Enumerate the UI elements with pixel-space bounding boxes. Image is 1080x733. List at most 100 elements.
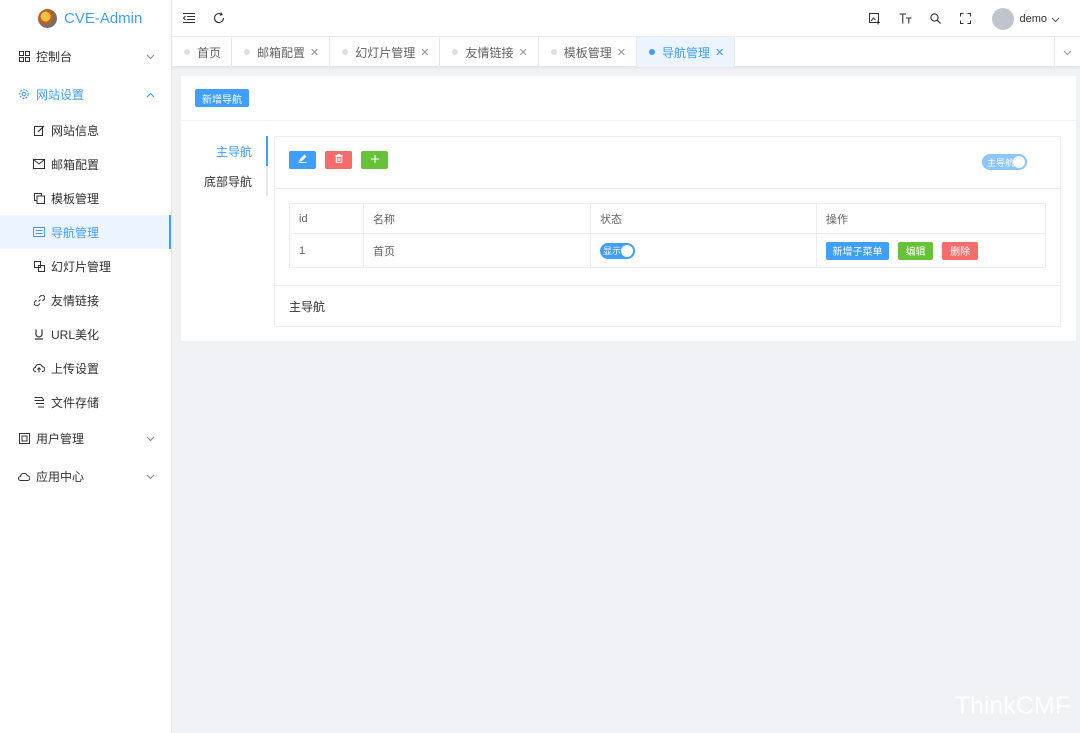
- column-header-actions: 操作: [816, 203, 1046, 234]
- sidebar-item-label: 控制台: [36, 49, 73, 64]
- sidebar-item-dashboard[interactable]: 控制台: [0, 37, 171, 75]
- tab-dot-icon: [452, 49, 459, 55]
- switch-label: 主导航: [987, 157, 1015, 168]
- sidebar-item-url-rewrite[interactable]: URL美化: [0, 317, 171, 351]
- gear-icon: [18, 88, 30, 100]
- column-header-name: 名称: [363, 203, 591, 234]
- top-header: demo: [172, 0, 1080, 37]
- close-icon[interactable]: ✕: [715, 46, 724, 59]
- tab-slides[interactable]: 幻灯片管理 ✕: [330, 37, 441, 67]
- tab-label: 邮箱配置: [257, 45, 306, 60]
- tab-main-nav[interactable]: 主导航: [181, 136, 268, 166]
- edit-button[interactable]: 编辑: [898, 241, 934, 260]
- image-search-icon[interactable]: [860, 4, 890, 34]
- sidebar-item-label: URL美化: [51, 327, 100, 342]
- table-header-row: id 名称 状态 操作: [289, 203, 1046, 234]
- sidebar-item-label: 网站信息: [51, 123, 100, 138]
- sidebar-item-label: 模板管理: [51, 191, 100, 206]
- sidebar-item-template[interactable]: 模板管理: [0, 181, 171, 215]
- font-size-icon[interactable]: [890, 4, 920, 34]
- edit-icon: [298, 154, 307, 166]
- search-icon[interactable]: [920, 4, 950, 34]
- add-nav-item-button[interactable]: [361, 151, 388, 169]
- delete-button[interactable]: 删除: [942, 241, 979, 260]
- cell-name: 首页: [363, 233, 591, 268]
- logo[interactable]: CVE-Admin: [0, 0, 171, 37]
- close-icon[interactable]: ✕: [310, 46, 319, 59]
- logo-icon: [38, 9, 57, 28]
- sidebar-item-upload[interactable]: 上传设置: [0, 351, 171, 385]
- nav-panel: 主导航 id 名称 状态 操作 1 首页 显示 新增子菜单 编辑 删除 主导航: [274, 136, 1061, 327]
- user-menu[interactable]: demo: [992, 7, 1060, 30]
- sidebar-item-links[interactable]: 友情链接: [0, 283, 171, 317]
- tab-label: 友情链接: [465, 45, 514, 60]
- user-box-icon: [18, 432, 30, 444]
- close-icon[interactable]: ✕: [420, 46, 429, 59]
- sidebar-item-slides[interactable]: 幻灯片管理: [0, 249, 171, 283]
- delete-nav-button[interactable]: [325, 151, 352, 169]
- tab-dot-icon: [550, 49, 557, 55]
- tab-template[interactable]: 模板管理 ✕: [539, 37, 637, 67]
- sidebar-item-label: 幻灯片管理: [51, 259, 112, 274]
- tab-navigation[interactable]: 导航管理 ✕: [636, 37, 736, 67]
- nav-icon: [33, 226, 45, 238]
- sidebar-item-navigation[interactable]: 导航管理: [0, 215, 171, 249]
- sidebar-item-label: 应用中心: [36, 469, 85, 484]
- nav-panel-toolbar: 主导航: [275, 137, 1060, 189]
- mail-icon: [33, 158, 45, 170]
- switch-label: 显示: [603, 246, 622, 256]
- sidebar-item-label: 用户管理: [36, 431, 85, 446]
- fullscreen-icon[interactable]: [950, 4, 980, 34]
- link-icon: [33, 294, 45, 306]
- sidebar-item-storage[interactable]: 文件存储: [0, 385, 171, 419]
- tab-dot-icon: [184, 49, 190, 55]
- tab-mail-config[interactable]: 邮箱配置 ✕: [232, 37, 331, 67]
- tab-home[interactable]: 首页: [172, 37, 233, 67]
- switch-knob: [621, 244, 633, 257]
- chevron-down-icon: [146, 431, 155, 445]
- sidebar-item-site-info[interactable]: 网站信息: [0, 113, 171, 147]
- tab-links[interactable]: 友情链接 ✕: [440, 37, 539, 67]
- upload-icon: [33, 362, 45, 374]
- sidebar-item-app-center[interactable]: 应用中心: [0, 457, 171, 495]
- switch-knob: [1013, 156, 1025, 168]
- sidebar-item-label: 友情链接: [51, 293, 100, 308]
- main-nav-switch[interactable]: 主导航: [982, 154, 1027, 170]
- storage-icon: [33, 396, 45, 408]
- trash-icon: [335, 154, 343, 166]
- edit-nav-button[interactable]: [289, 151, 316, 169]
- avatar: [992, 7, 1015, 30]
- sidebar-item-mail-config[interactable]: 邮箱配置: [0, 147, 171, 181]
- app-title: CVE-Admin: [64, 10, 143, 27]
- tab-dot-icon: [648, 49, 655, 55]
- tabs-more-button[interactable]: [1054, 37, 1080, 67]
- close-icon[interactable]: ✕: [617, 46, 626, 59]
- tab-footer-nav[interactable]: 底部导航: [181, 166, 268, 196]
- tab-label: 幻灯片管理: [355, 45, 416, 60]
- panel-footer-label: 主导航: [275, 285, 1060, 327]
- watermark: ThinkCMF: [954, 692, 1070, 720]
- column-header-id: id: [289, 203, 364, 234]
- refresh-button[interactable]: [204, 3, 234, 33]
- plus-icon: [370, 154, 379, 166]
- add-navigation-button[interactable]: 新增导航: [195, 89, 249, 107]
- edit-icon: [33, 124, 45, 136]
- nav-type-tabs: 主导航 底部导航: [181, 136, 268, 196]
- sidebar-item-label: 邮箱配置: [51, 157, 100, 172]
- chevron-up-icon: [146, 87, 155, 101]
- tab-label: 首页: [197, 45, 222, 60]
- grid-icon: [18, 50, 30, 62]
- username: demo: [1019, 12, 1047, 25]
- sidebar-item-site-settings[interactable]: 网站设置: [0, 75, 171, 113]
- toolbar-card: 新增导航: [181, 76, 1076, 120]
- collapse-menu-button[interactable]: [174, 3, 204, 33]
- site-settings-submenu: 网站信息 邮箱配置 模板管理 导航管理 幻灯片管理 友情链接 URL美化 上传设…: [0, 113, 171, 419]
- sidebar-item-label: 上传设置: [51, 361, 100, 376]
- add-submenu-button[interactable]: 新增子菜单: [826, 241, 889, 260]
- close-icon[interactable]: ✕: [519, 46, 528, 59]
- tab-label: 导航管理: [661, 45, 710, 60]
- status-switch[interactable]: 显示: [600, 242, 635, 259]
- sidebar: CVE-Admin 控制台 网站设置 网站信息 邮箱配置 模板管理 导航管理 幻…: [0, 0, 172, 733]
- cell-id: 1: [289, 233, 364, 268]
- sidebar-item-user-management[interactable]: 用户管理: [0, 419, 171, 457]
